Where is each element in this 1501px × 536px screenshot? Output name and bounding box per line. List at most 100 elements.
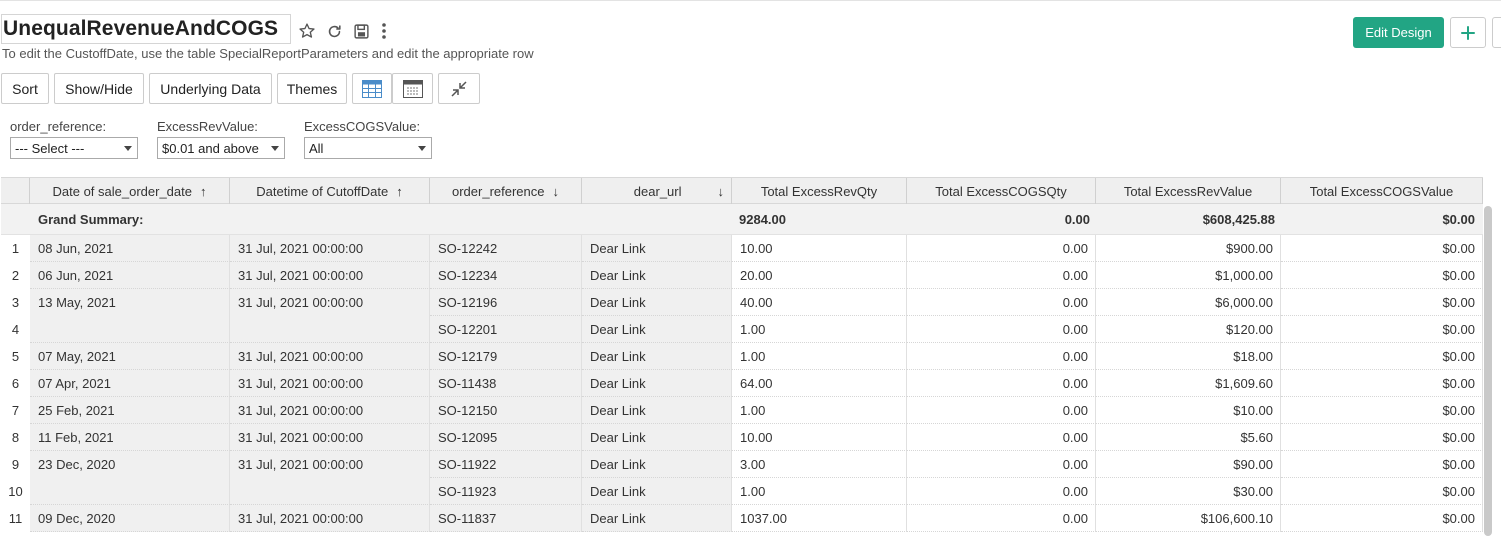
cell-excess-cogs-value: $0.00 xyxy=(1281,370,1483,397)
cell-excess-cogs-qty: 0.00 xyxy=(907,235,1096,262)
grand-summary-label: Grand Summary: xyxy=(38,212,144,227)
more-vertical-icon[interactable] xyxy=(373,20,395,42)
sort-asc-icon[interactable]: ↑ xyxy=(200,184,207,199)
cell-dear-url[interactable]: Dear Link xyxy=(582,370,732,397)
cell-dear-url[interactable]: Dear Link xyxy=(582,343,732,370)
cell-excess-cogs-value: $0.00 xyxy=(1281,235,1483,262)
cell-dear-url[interactable]: Dear Link xyxy=(582,316,732,343)
cell-excess-rev-value: $900.00 xyxy=(1096,235,1281,262)
cell-excess-rev-value: $6,000.00 xyxy=(1096,289,1281,316)
cell-excess-rev-qty: 20.00 xyxy=(732,262,907,289)
cell-order-reference: SO-11438 xyxy=(430,370,582,397)
cell-excess-cogs-qty: 0.00 xyxy=(907,370,1096,397)
cell-cutoff-date: 31 Jul, 2021 00:00:00 xyxy=(230,370,430,397)
cell-dear-url[interactable]: Dear Link xyxy=(582,397,732,424)
cell-excess-cogs-qty: 0.00 xyxy=(907,316,1096,343)
column-header-label: Total ExcessCOGSQty xyxy=(935,184,1067,199)
cell-order-reference: SO-12242 xyxy=(430,235,582,262)
filter-value: --- Select --- xyxy=(15,141,85,156)
table-row[interactable]: 10 SO-11923 Dear Link 1.00 0.00 $30.00 $0.00 xyxy=(1,478,1483,505)
cell-dear-url[interactable]: Dear Link xyxy=(582,235,732,262)
filter-label-excess-cogs-value: ExcessCOGSValue: xyxy=(304,119,421,134)
cell-order-reference: SO-12196 xyxy=(430,289,582,316)
sort-desc-icon[interactable]: ↓ xyxy=(718,184,725,199)
cell-dear-url[interactable]: Dear Link xyxy=(582,451,732,478)
cell-dear-url[interactable]: Dear Link xyxy=(582,424,732,451)
cell-dear-url[interactable]: Dear Link xyxy=(582,289,732,316)
top-border xyxy=(0,0,1501,2)
filter-select-excess-cogs-value[interactable]: All xyxy=(304,137,432,159)
cell-excess-rev-qty: 64.00 xyxy=(732,370,907,397)
column-header-dear-url[interactable]: dear_url ↓ xyxy=(582,178,732,205)
cell-dear-url[interactable]: Dear Link xyxy=(582,262,732,289)
cell-excess-cogs-value: $0.00 xyxy=(1281,451,1483,478)
star-icon[interactable] xyxy=(296,20,318,42)
cell-excess-rev-qty: 40.00 xyxy=(732,289,907,316)
cell-cutoff-date: 31 Jul, 2021 00:00:00 xyxy=(230,235,430,262)
report-title[interactable]: UnequalRevenueAndCOGS xyxy=(1,14,291,44)
cell-sale-order-date: 06 Jun, 2021 xyxy=(30,262,230,289)
table-row[interactable]: 9 23 Dec, 2020 31 Jul, 2021 00:00:00 SO-119… xyxy=(1,451,1483,478)
save-icon[interactable] xyxy=(350,20,372,42)
cell-excess-cogs-value: $0.00 xyxy=(1281,505,1483,532)
cell-cutoff-date: 31 Jul, 2021 00:00:00 xyxy=(230,424,430,451)
cell-excess-rev-qty: 10.00 xyxy=(732,424,907,451)
cell-cutoff-date: 31 Jul, 2021 00:00:00 xyxy=(230,289,430,316)
table-header: Date of sale_order_date ↑ Datetime of Cut… xyxy=(1,177,1483,205)
grand-summary-row: Grand Summary: 9284.00 0.00 $608,425.88 … xyxy=(1,204,1483,235)
cell-sale-order-date xyxy=(30,478,230,505)
column-header-excess-rev-qty[interactable]: Total ExcessRevQty xyxy=(732,178,907,205)
cell-excess-cogs-value: $0.00 xyxy=(1281,397,1483,424)
column-header-label: Total ExcessRevValue xyxy=(1123,184,1253,199)
filter-select-excess-rev-value[interactable]: $0.01 and above xyxy=(157,137,285,159)
underlying-data-button[interactable]: Underlying Data xyxy=(149,73,272,104)
refresh-icon[interactable] xyxy=(323,20,345,42)
column-header-label: Total ExcessCOGSValue xyxy=(1309,184,1454,199)
column-header-cutoff-date[interactable]: Datetime of CutoffDate ↑ xyxy=(230,178,430,205)
add-button[interactable] xyxy=(1450,17,1486,48)
table-row[interactable]: 11 09 Dec, 2020 31 Jul, 2021 00:00:00 SO-11… xyxy=(1,505,1483,532)
column-header-sale-order-date[interactable]: Date of sale_order_date ↑ xyxy=(30,178,230,205)
table-row[interactable]: 3 13 May, 2021 31 Jul, 2021 00:00:00 SO-121… xyxy=(1,289,1483,316)
table-row[interactable]: 2 06 Jun, 2021 31 Jul, 2021 00:00:00 SO-122… xyxy=(1,262,1483,289)
cell-excess-cogs-qty: 0.00 xyxy=(907,397,1096,424)
collapse-icon xyxy=(450,80,468,98)
column-header-label: Datetime of CutoffDate xyxy=(256,184,389,199)
collapse-button[interactable] xyxy=(438,73,480,104)
cell-dear-url[interactable]: Dear Link xyxy=(582,505,732,532)
column-header-excess-cogs-value[interactable]: Total ExcessCOGSValue xyxy=(1281,178,1483,205)
table-row[interactable]: 4 SO-12201 Dear Link 1.00 0.00 $120.00 $0.00 xyxy=(1,316,1483,343)
vertical-scrollbar[interactable] xyxy=(1484,206,1492,536)
sort-button[interactable]: Sort xyxy=(1,73,49,104)
cell-sale-order-date: 25 Feb, 2021 xyxy=(30,397,230,424)
column-header-excess-rev-value[interactable]: Total ExcessRevValue xyxy=(1096,178,1281,205)
cell-cutoff-date xyxy=(230,316,430,343)
overflow-button-edge[interactable] xyxy=(1492,17,1501,48)
cell-excess-rev-qty: 10.00 xyxy=(732,235,907,262)
column-header-excess-cogs-qty[interactable]: Total ExcessCOGSQty xyxy=(907,178,1096,205)
cell-excess-cogs-qty: 0.00 xyxy=(907,289,1096,316)
cell-order-reference: SO-11923 xyxy=(430,478,582,505)
table-view-button[interactable] xyxy=(352,73,392,104)
show-hide-button[interactable]: Show/Hide xyxy=(54,73,144,104)
cell-sale-order-date: 07 Apr, 2021 xyxy=(30,370,230,397)
chevron-down-icon xyxy=(271,146,279,151)
table-row[interactable]: 5 07 May, 2021 31 Jul, 2021 00:00:00 SO-121… xyxy=(1,343,1483,370)
table-row[interactable]: 7 25 Feb, 2021 31 Jul, 2021 00:00:00 SO-121… xyxy=(1,397,1483,424)
edit-design-button[interactable]: Edit Design xyxy=(1353,17,1444,48)
cell-excess-rev-value: $1,000.00 xyxy=(1096,262,1281,289)
cell-sale-order-date: 08 Jun, 2021 xyxy=(30,235,230,262)
column-header-order-reference[interactable]: order_reference ↓ xyxy=(430,178,582,205)
filter-value: $0.01 and above xyxy=(162,141,259,156)
sort-desc-icon[interactable]: ↓ xyxy=(553,184,560,199)
table-row[interactable]: 1 08 Jun, 2021 31 Jul, 2021 00:00:00 SO-122… xyxy=(1,235,1483,262)
cell-order-reference: SO-12150 xyxy=(430,397,582,424)
themes-button[interactable]: Themes xyxy=(277,73,347,104)
table-row[interactable]: 6 07 Apr, 2021 31 Jul, 2021 00:00:00 SO-114… xyxy=(1,370,1483,397)
cell-cutoff-date: 31 Jul, 2021 00:00:00 xyxy=(230,451,430,478)
pivot-view-button[interactable] xyxy=(392,73,433,104)
filter-select-order-reference[interactable]: --- Select --- xyxy=(10,137,138,159)
sort-asc-icon[interactable]: ↑ xyxy=(396,184,403,199)
table-row[interactable]: 8 11 Feb, 2021 31 Jul, 2021 00:00:00 SO-120… xyxy=(1,424,1483,451)
cell-dear-url[interactable]: Dear Link xyxy=(582,478,732,505)
